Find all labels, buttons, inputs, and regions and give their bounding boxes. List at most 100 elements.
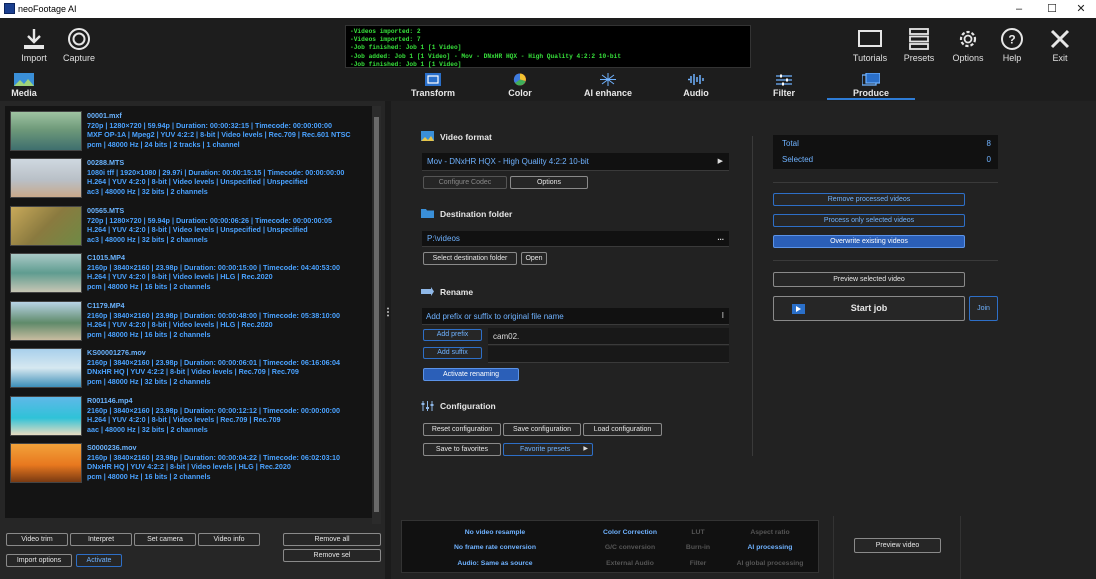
video-format-select[interactable]: Mov - DNxHR HQX - High Quality 4:2:2 10-… — [422, 153, 729, 171]
tab-media[interactable]: Media — [8, 73, 40, 98]
meta-line: 2160p | 3840×2160 | 23.98p | Duration: 0… — [87, 405, 341, 415]
reset-configuration-button[interactable]: Reset configuration — [423, 423, 501, 436]
prefix-input[interactable]: cam02. — [488, 328, 729, 345]
divider — [773, 260, 998, 261]
options-button[interactable]: Options — [950, 28, 986, 63]
help-button[interactable]: ? Help — [996, 28, 1028, 63]
help-icon: ? — [1001, 28, 1023, 50]
interpret-button[interactable]: Interpret — [70, 533, 132, 546]
list-item[interactable]: 00565.MTS 720p | 1280×720 | 59.94p | Dura… — [7, 203, 371, 248]
video-info-button[interactable]: Video info — [198, 533, 260, 546]
media-list[interactable]: 00001.mxf 720p | 1280×720 | 59.94p | Dura… — [5, 106, 374, 518]
add-suffix-button[interactable]: Add suffix — [423, 347, 482, 359]
file-name: 00565.MTS — [87, 206, 125, 215]
status-resample: No video resample — [464, 529, 526, 536]
presets-button[interactable]: Presets — [900, 28, 938, 63]
exit-button[interactable]: Exit — [1044, 28, 1076, 63]
start-job-button[interactable]: Start job — [773, 296, 965, 321]
list-item[interactable]: R001146.mp4 2160p | 3840×2160 | 23.98p | … — [7, 393, 371, 438]
minimize-icon[interactable]: – — [1012, 2, 1026, 16]
selected-label: Selected — [782, 155, 814, 164]
divider — [960, 516, 961, 579]
chevron-right-icon: ▶ — [717, 158, 723, 165]
tab-color[interactable]: Color — [504, 73, 536, 98]
status-audio: Audio: Same as source — [457, 560, 533, 567]
remove-sel-button[interactable]: Remove sel — [283, 549, 381, 562]
video-trim-button[interactable]: Video trim — [6, 533, 68, 546]
meta-line: 2160p | 3840×2160 | 23.98p | Duration: 0… — [87, 310, 341, 320]
status-lut: LUT — [691, 529, 705, 536]
import-options-button[interactable]: Import options — [6, 554, 72, 567]
active-tab-indicator — [827, 98, 915, 100]
video-thumbnail — [10, 348, 82, 388]
file-name: R001146.mp4 — [87, 396, 133, 405]
activate-renaming-button[interactable]: Activate renaming — [423, 368, 519, 381]
browse-dots-button[interactable]: ... — [717, 233, 724, 242]
capture-button[interactable]: Capture — [60, 28, 98, 63]
add-prefix-button[interactable]: Add prefix — [423, 329, 482, 341]
status-frame-rate: No frame rate conversion — [454, 544, 536, 551]
tab-produce-label: Produce — [852, 88, 889, 98]
close-window-icon[interactable]: ✕ — [1074, 2, 1088, 16]
save-to-favorites-button[interactable]: Save to favorites — [423, 443, 501, 456]
rename-icon — [421, 287, 434, 296]
rename-info-field: Add prefix or suffix to original file na… — [422, 308, 729, 325]
presets-label: Presets — [903, 53, 935, 63]
format-options-button[interactable]: Options — [510, 176, 588, 189]
open-folder-button[interactable]: Open — [521, 252, 547, 265]
video-thumbnail — [10, 301, 82, 341]
overwrite-existing-toggle[interactable]: Overwrite existing videos — [773, 235, 965, 248]
list-item[interactable]: 00001.mxf 720p | 1280×720 | 59.94p | Dura… — [7, 108, 371, 153]
remove-processed-button[interactable]: Remove processed videos — [773, 193, 965, 206]
meta-line: DNxHR HQ | YUV 4:2:2 | 8-bit | Video lev… — [87, 367, 299, 376]
activate-button[interactable]: Activate — [76, 554, 122, 567]
save-configuration-button[interactable]: Save configuration — [503, 423, 581, 436]
log-line: -Job finished: Job 1 [1 Video] — [350, 60, 462, 68]
configure-codec-button[interactable]: Configure Codec — [423, 176, 507, 189]
file-name: C1015.MP4 — [87, 253, 125, 262]
audio-waveform-icon — [688, 74, 704, 85]
produce-icon — [862, 73, 880, 86]
favorite-presets-button[interactable]: Favorite presets ▶ — [503, 443, 593, 456]
join-button[interactable]: Join — [969, 296, 998, 321]
media-icon — [14, 73, 34, 86]
suffix-input[interactable] — [488, 346, 729, 363]
tab-ai-enhance[interactable]: AI enhance — [583, 73, 633, 98]
divider — [752, 136, 753, 456]
rename-title: Rename — [440, 287, 474, 297]
list-item[interactable]: KS00001276.mov 2160p | 3840×2160 | 23.98p… — [7, 345, 371, 390]
tab-audio-label: Audio — [683, 88, 709, 98]
tab-filter[interactable]: Filter — [768, 73, 800, 98]
tab-transform[interactable]: Transform — [408, 73, 458, 98]
title-bar: neoFootage AI – ☐ ✕ — [0, 0, 1096, 18]
preview-selected-button[interactable]: Preview selected video — [773, 272, 965, 287]
list-item[interactable]: S0000236.mov 2160p | 3840×2160 | 23.98p |… — [7, 440, 371, 485]
destination-path: P:\videos — [427, 234, 460, 243]
import-button[interactable]: Import — [18, 28, 50, 63]
list-item[interactable]: 00288.MTS 1080i tff | 1920×1080 | 29.97i … — [7, 155, 371, 200]
process-selected-button[interactable]: Process only selected videos — [773, 214, 965, 227]
tutorials-button[interactable]: Tutorials — [850, 28, 890, 63]
tab-audio[interactable]: Audio — [680, 73, 712, 98]
ai-enhance-icon — [600, 73, 616, 86]
status-color-correction: Color Correction — [602, 529, 657, 536]
select-destination-button[interactable]: Select destination folder — [423, 252, 517, 265]
video-thumbnail — [10, 443, 82, 483]
destination-path-field[interactable]: P:\videos ... — [422, 231, 729, 247]
set-camera-button[interactable]: Set camera — [134, 533, 196, 546]
meta-line: 720p | 1280×720 | 59.94p | Duration: 00:… — [87, 215, 333, 225]
list-item[interactable]: C1015.MP4 2160p | 3840×2160 | 23.98p | Du… — [7, 250, 371, 295]
scrollbar-thumb[interactable] — [374, 117, 379, 512]
maximize-icon[interactable]: ☐ — [1045, 2, 1059, 16]
video-thumbnail — [10, 158, 82, 198]
meta-line: ac3 | 48000 Hz | 32 bits | 2 channels — [87, 234, 208, 244]
preview-video-button[interactable]: Preview video — [854, 538, 941, 553]
file-name: KS00001276.mov — [87, 348, 146, 357]
tab-produce[interactable]: Produce — [850, 73, 892, 98]
meta-line: 2160p | 3840×2160 | 23.98p | Duration: 0… — [87, 262, 341, 272]
transform-icon — [425, 73, 441, 86]
list-item[interactable]: C1179.MP4 2160p | 3840×2160 | 23.98p | Du… — [7, 298, 371, 343]
remove-all-button[interactable]: Remove all — [283, 533, 381, 546]
file-name: S0000236.mov — [87, 443, 137, 452]
load-configuration-button[interactable]: Load configuration — [583, 423, 662, 436]
